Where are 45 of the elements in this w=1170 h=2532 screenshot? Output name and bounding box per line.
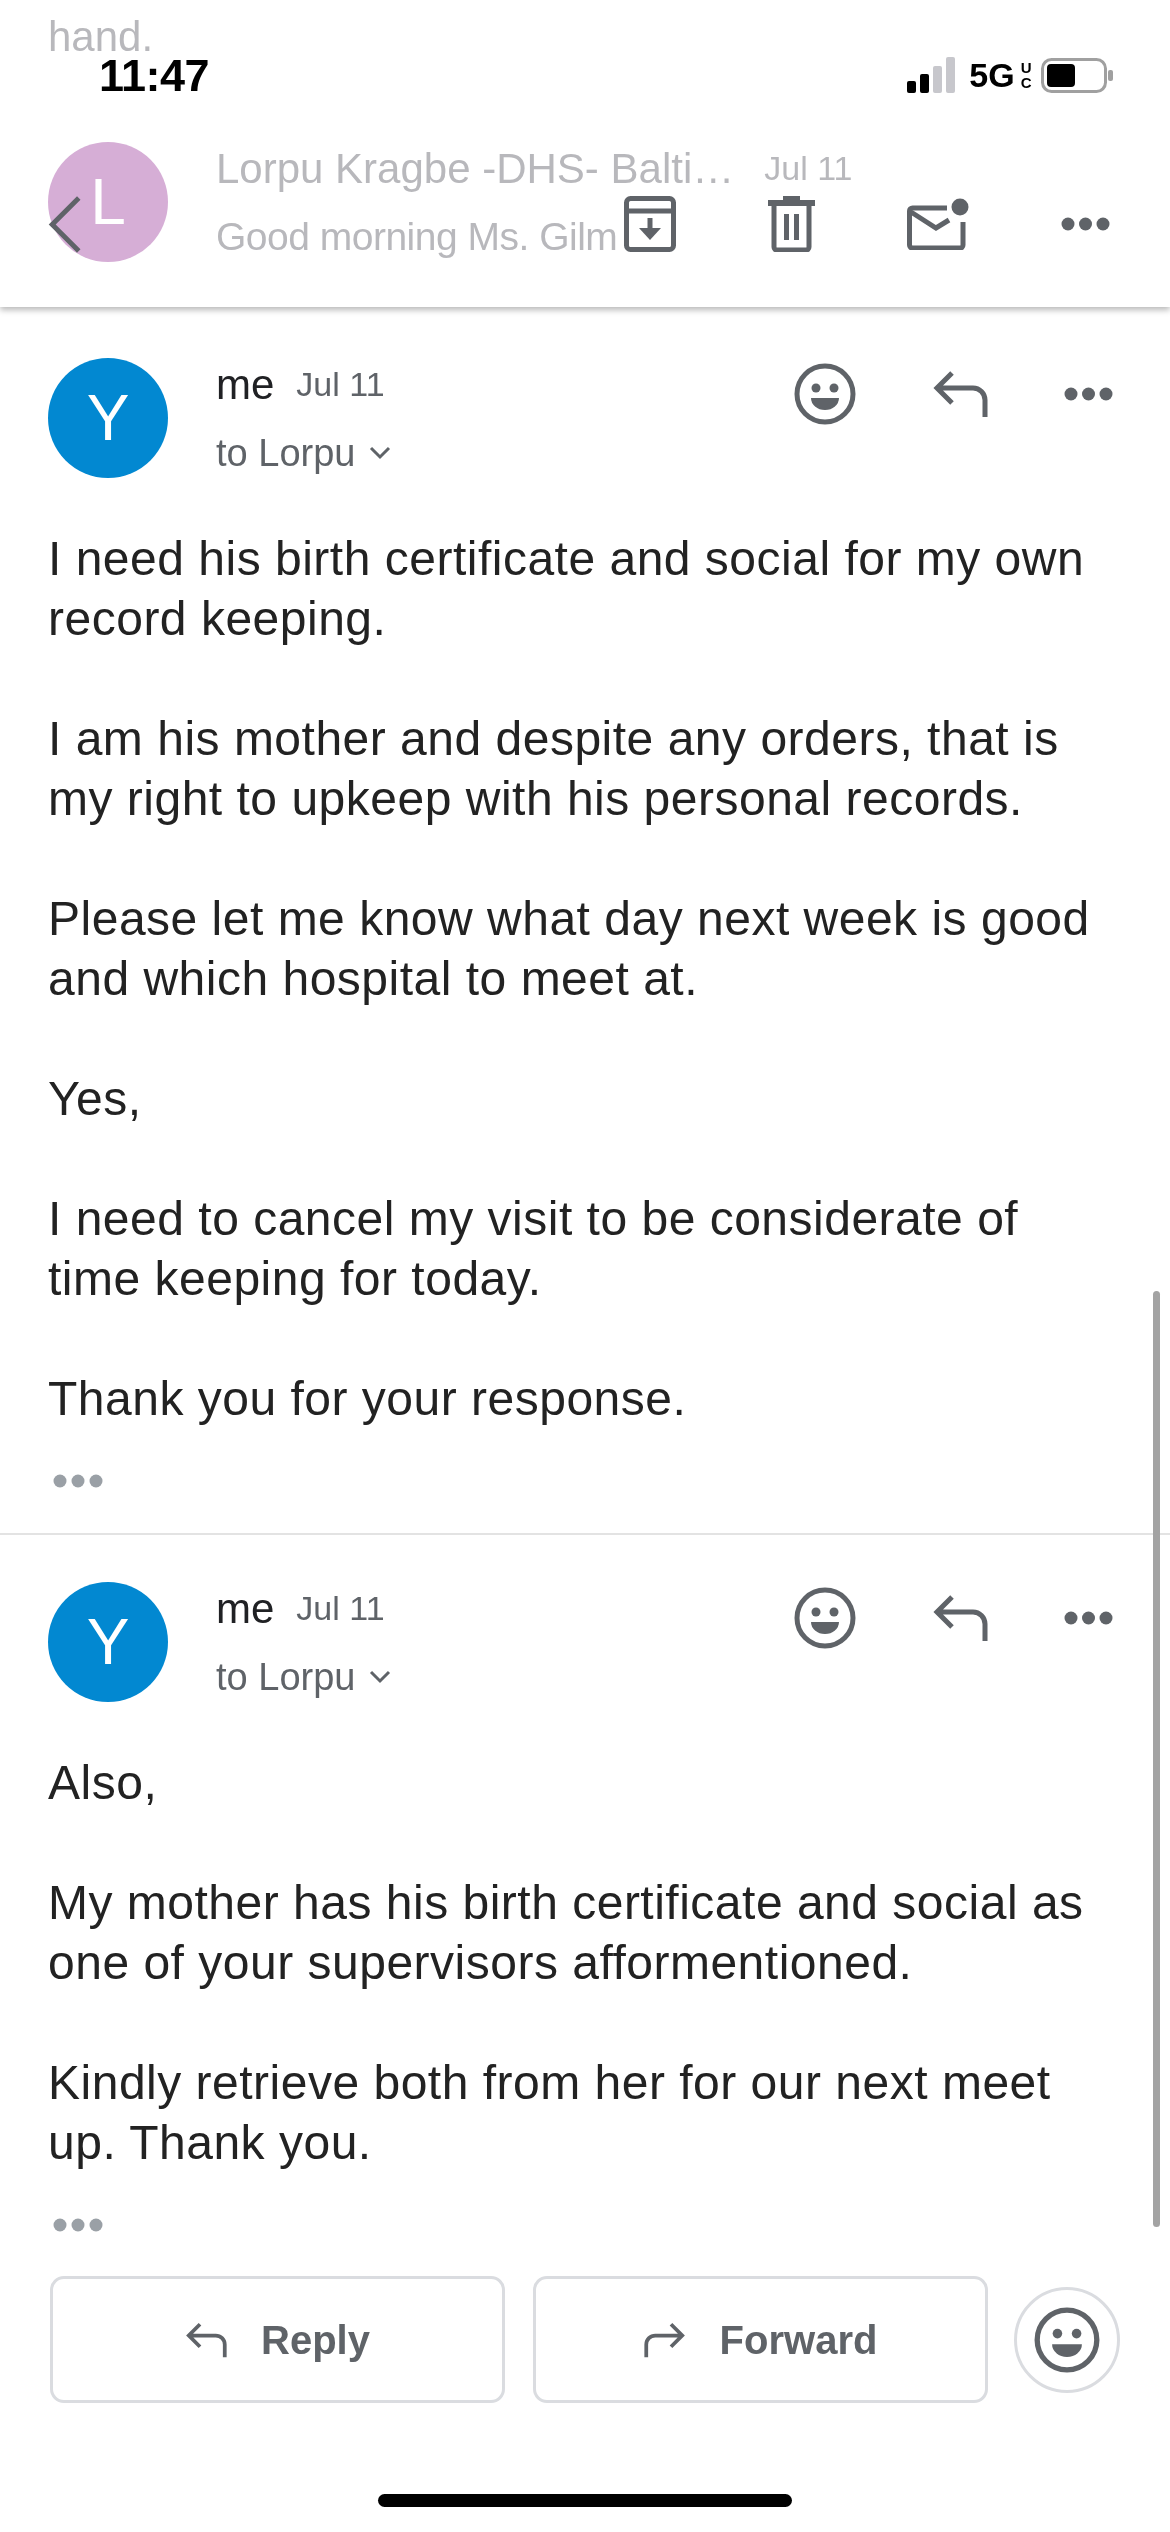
reply-button[interactable]: Reply [50, 2276, 505, 2403]
avatar: Y [48, 358, 168, 478]
message-paragraph: My mother has his birth certificate and social as one of your supervisors afformentioned. [48, 1875, 1085, 1991]
chevron-down-icon [369, 446, 392, 460]
smiley-icon[interactable] [794, 1587, 856, 1649]
forward-button[interactable]: Forward [533, 2276, 988, 2403]
network-suffix-label: UC [1020, 60, 1029, 90]
message-date: Jul 11 [764, 147, 853, 189]
envelope-icon[interactable] [907, 198, 969, 250]
more-icon[interactable] [1064, 1611, 1113, 1625]
message-paragraph: Please let me know what day next week is good and which hospital to meet at. [48, 891, 1091, 1007]
message-paragraph: Thank you for your response. [48, 1371, 688, 1427]
reply-icon[interactable] [932, 370, 988, 418]
sender-name: me [216, 1583, 275, 1634]
back-icon[interactable] [48, 194, 82, 254]
ellipsis-icon[interactable] [53, 2218, 103, 2232]
smiley-icon[interactable] [794, 363, 856, 425]
more-icon[interactable] [1064, 387, 1113, 401]
signal-icon [907, 57, 958, 93]
smiley-icon [1034, 2306, 1100, 2373]
trash-icon[interactable] [768, 196, 815, 252]
chevron-down-icon [369, 1670, 392, 1684]
reply-icon [185, 2321, 228, 2358]
message-paragraph: Also, [48, 1755, 159, 1811]
sender-avatar: L [48, 142, 168, 262]
ellipsis-icon[interactable] [53, 1474, 103, 1488]
more-icon[interactable] [1061, 217, 1110, 231]
recipient-toggle[interactable]: to Lorpu [216, 427, 392, 479]
reply-icon[interactable] [932, 1594, 988, 1642]
message-paragraph: Yes, [48, 1071, 143, 1127]
avatar: Y [48, 1582, 168, 1702]
archive-icon[interactable] [624, 196, 676, 252]
battery-icon [1041, 57, 1113, 93]
message-paragraph: Kindly retrieve both from her for our next meet up. Thank you. [48, 2055, 1052, 2171]
sender-name: me [216, 359, 275, 410]
sender-name: Lorpu Kragbe -DHS- Balti… [216, 143, 735, 194]
forward-icon [643, 2321, 686, 2358]
message-paragraph: I need to cancel my visit to be considerate of time keeping for today. [48, 1191, 1020, 1307]
message-paragraph: I need his birth certificate and social for my own record keeping. [48, 531, 1086, 647]
message-date: Jul 11 [296, 1587, 385, 1629]
snippet-text: Good morning Ms. Gilm [216, 214, 618, 260]
network-label: 5G [969, 58, 1015, 92]
recipient-toggle[interactable]: to Lorpu [216, 1651, 392, 1703]
message-date: Jul 11 [296, 363, 385, 405]
message-paragraph: I am his mother and despite any orders, that is my right to upkeep with his personal records. [48, 711, 1060, 827]
